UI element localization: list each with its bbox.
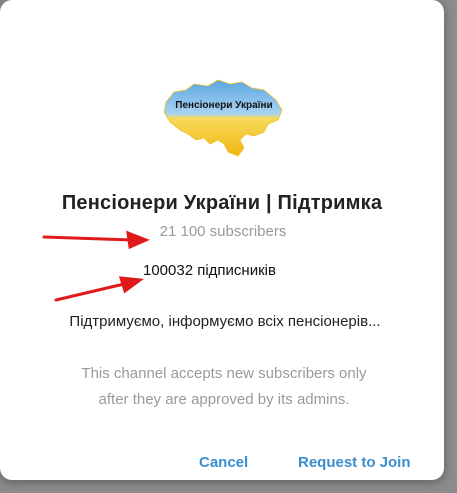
annotation-subscriber-count: 100032 підписників (143, 262, 276, 279)
join-channel-dialog: Пенсіонери України Пенсіонери України | … (0, 0, 444, 480)
channel-title: Пенсіонери України | Підтримка (61, 192, 383, 214)
logo-text: Пенсіонери України (175, 100, 272, 111)
channel-description: Підтримуємо, інформуємо всіх пенсіонерів… (69, 313, 381, 330)
request-to-join-button[interactable]: Request to Join (298, 454, 411, 471)
approval-notice-line2: after they are approved by its admins. (98, 391, 350, 408)
approval-notice-line1: This channel accepts new subscribers onl… (81, 365, 367, 382)
subscriber-count: 21 100 subscribers (159, 223, 287, 240)
ukraine-map-logo: Пенсіонери України (163, 79, 283, 157)
cancel-button[interactable]: Cancel (199, 454, 248, 471)
channel-logo: Пенсіонери України (160, 74, 286, 160)
approval-notice: This channel accepts new subscribers onl… (0, 361, 444, 413)
